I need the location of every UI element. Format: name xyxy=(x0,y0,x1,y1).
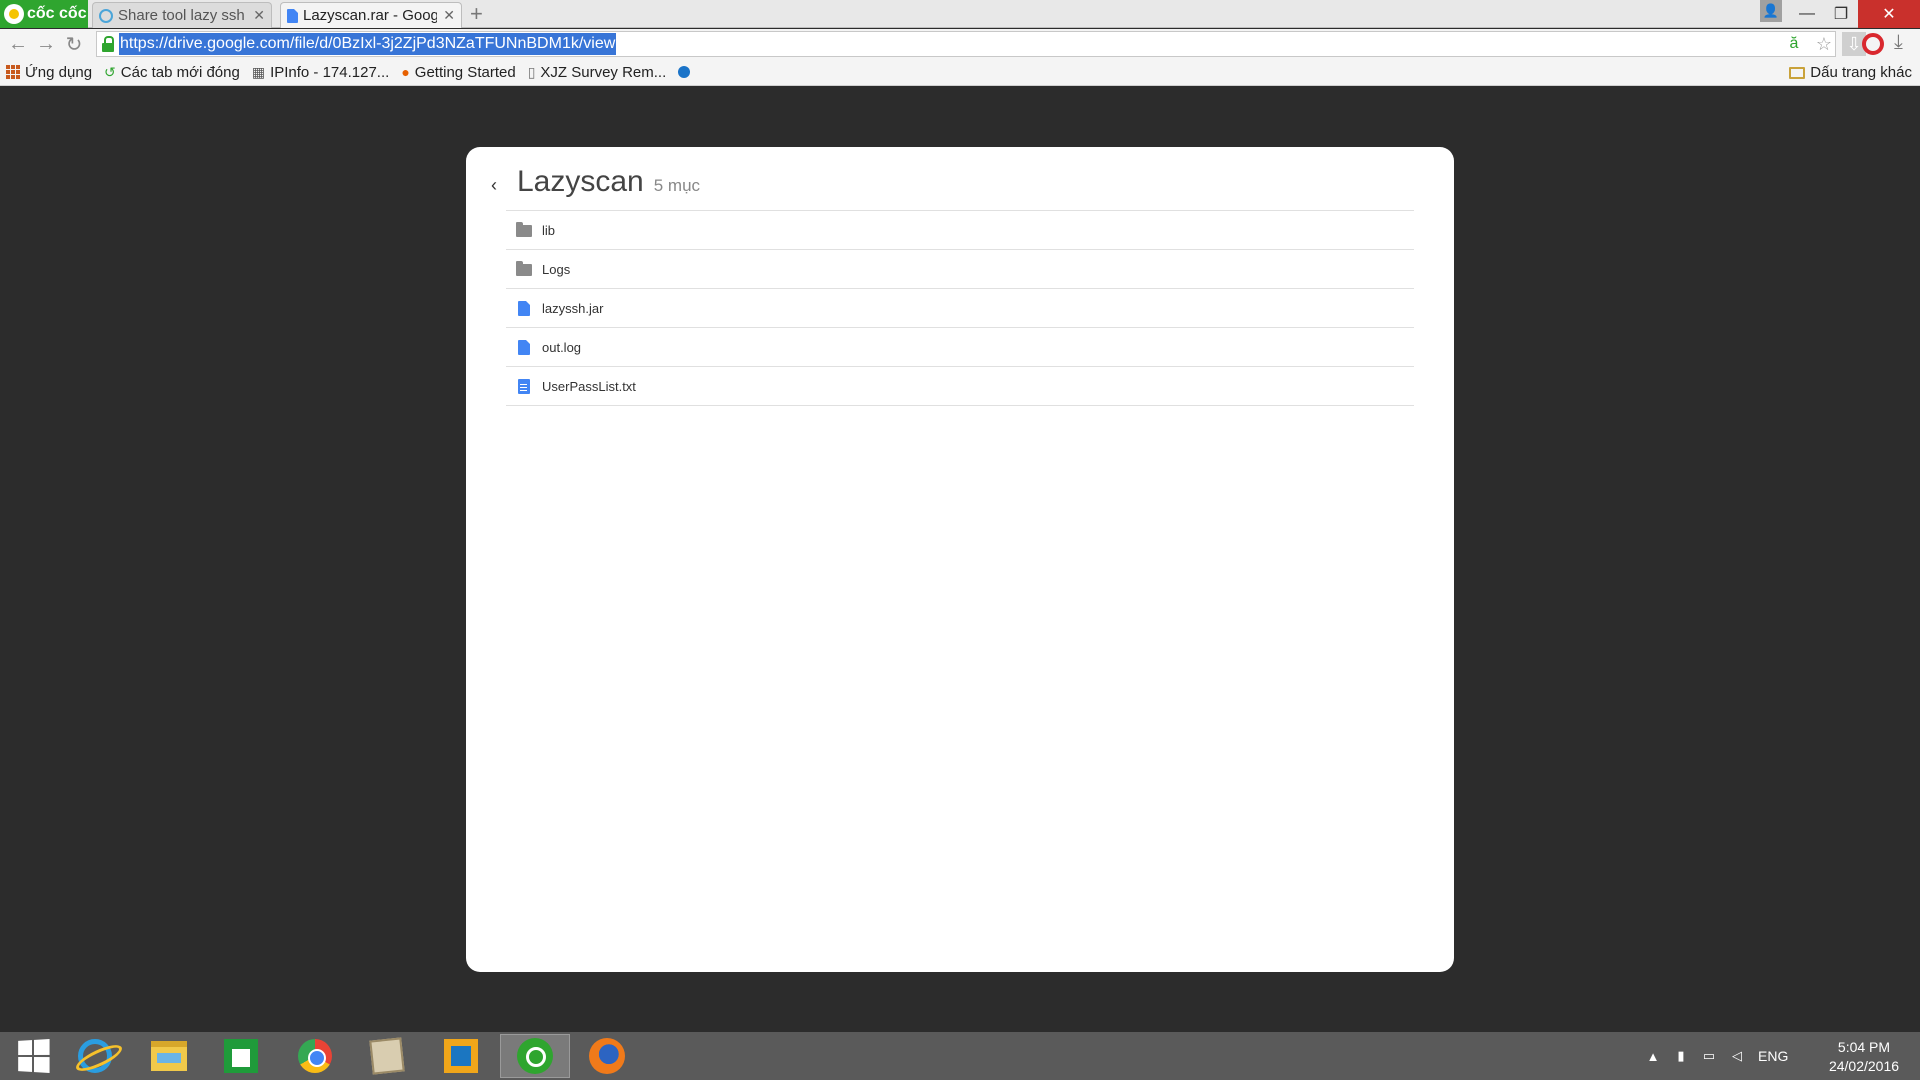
system-clock[interactable]: 5:04 PM 24/02/2016 xyxy=(1818,1038,1910,1076)
browser-toolbar: ← → ↻ https://drive.google.com/file/d/0B… xyxy=(0,29,1920,59)
list-item[interactable]: UserPassList.txt xyxy=(506,367,1414,406)
archive-viewer-card: ‹ Lazyscan 5 mục lib Logs lazyssh.jar ou… xyxy=(466,147,1454,972)
taskbar-file-explorer[interactable] xyxy=(136,1034,202,1078)
browser-titlebar: cốc cốc Share tool lazy ssh kh ✕ Lazysca… xyxy=(0,0,1920,28)
file-icon xyxy=(518,339,530,355)
folder-icon xyxy=(516,222,532,237)
volume-muted-icon[interactable]: ◁ xyxy=(1730,1048,1744,1064)
url-text[interactable]: https://drive.google.com/file/d/0BzIxl-3… xyxy=(119,33,617,55)
secure-lock-icon xyxy=(101,36,115,52)
omnibox-actions: ă ☆ ⇩ xyxy=(1782,29,1866,59)
list-item[interactable]: Logs xyxy=(506,250,1414,289)
map-app-icon xyxy=(369,1037,405,1075)
bookmark-star-icon[interactable]: ☆ xyxy=(1812,32,1836,56)
page-icon: ▯ xyxy=(527,63,536,80)
coccoc-logo-icon xyxy=(4,4,24,24)
list-item[interactable]: out.log xyxy=(506,328,1414,367)
bookmark-extra[interactable] xyxy=(678,66,691,78)
windows-taskbar: ▲ ▮ ▭ ◁ ENG 5:04 PM 24/02/2016 xyxy=(0,1032,1920,1080)
tab-close-icon[interactable]: ✕ xyxy=(443,7,455,24)
new-tab-button[interactable]: + xyxy=(470,2,483,26)
ipinfo-icon: ▦ xyxy=(251,63,266,80)
folder-icon xyxy=(1789,66,1806,79)
bookmark-getting-started[interactable]: ● Getting Started xyxy=(401,64,515,81)
address-bar[interactable]: https://drive.google.com/file/d/0BzIxl-3… xyxy=(96,31,1836,57)
system-tray: ▲ ▮ ▭ ◁ ENG xyxy=(1646,1032,1789,1080)
history-icon: ↺ xyxy=(104,63,116,80)
text-file-icon xyxy=(518,378,530,394)
file-name: lazyssh.jar xyxy=(542,300,604,316)
folder-title: Lazyscan xyxy=(517,165,644,198)
battery-icon[interactable]: ▮ xyxy=(1674,1048,1688,1064)
folder-icon xyxy=(516,261,532,276)
file-list: lib Logs lazyssh.jar out.log UserPassLis… xyxy=(506,210,1414,406)
back-chevron-icon[interactable]: ‹ xyxy=(484,173,504,197)
tab-close-icon[interactable]: ✕ xyxy=(253,7,265,24)
tab-title: Share tool lazy ssh kh xyxy=(118,7,247,24)
start-button[interactable] xyxy=(0,1034,66,1078)
apps-grid-icon xyxy=(6,65,20,79)
close-window-button[interactable]: ✕ xyxy=(1858,0,1920,28)
taskbar-firefox[interactable] xyxy=(574,1034,640,1078)
minimize-button[interactable]: — xyxy=(1792,0,1822,28)
outlook-icon xyxy=(444,1039,478,1073)
bookmark-xjz-survey[interactable]: ▯ XJZ Survey Rem... xyxy=(528,64,667,81)
coccoc-menu-button[interactable]: cốc cốc xyxy=(0,0,88,28)
file-icon xyxy=(518,300,530,316)
brand-label: cốc cốc xyxy=(27,5,87,22)
store-icon xyxy=(224,1039,258,1073)
taskbar-maps[interactable] xyxy=(354,1034,420,1078)
file-explorer-icon xyxy=(151,1041,187,1071)
file-name: out.log xyxy=(542,339,582,355)
firefox-icon: ● xyxy=(401,64,410,80)
reload-icon[interactable]: ↻ xyxy=(62,31,86,57)
bookmark-label: XJZ Survey Rem... xyxy=(540,63,667,81)
file-name: Logs xyxy=(542,261,571,277)
network-icon[interactable]: ▭ xyxy=(1702,1048,1716,1064)
clock-date: 24/02/2016 xyxy=(1828,1058,1900,1074)
windows-logo-icon xyxy=(18,1039,50,1073)
taskbar-store[interactable] xyxy=(208,1034,274,1078)
bookmark-label: Ứng dụng xyxy=(25,63,93,81)
site-favicon-icon xyxy=(99,8,113,23)
forward-arrow-icon[interactable]: → xyxy=(34,31,58,57)
file-name: UserPassList.txt xyxy=(542,378,636,394)
taskbar-coccoc[interactable] xyxy=(500,1034,570,1078)
show-hidden-icons-chevron-icon[interactable]: ▲ xyxy=(1646,1048,1660,1064)
clock-time: 5:04 PM xyxy=(1837,1039,1891,1055)
firefox-icon xyxy=(589,1038,625,1074)
tab-lazyscan[interactable]: Lazyscan.rar - Google ✕ xyxy=(280,2,462,28)
blue-dot-icon xyxy=(678,66,691,78)
drive-file-favicon-icon xyxy=(287,8,298,23)
bookmark-apps[interactable]: Ứng dụng xyxy=(6,64,92,81)
internet-explorer-icon xyxy=(78,1039,112,1073)
user-profile-icon[interactable]: 👤 xyxy=(1760,0,1782,22)
other-bookmarks-label: Dấu trang khác xyxy=(1810,64,1912,81)
tab-share-tool[interactable]: Share tool lazy ssh kh ✕ xyxy=(92,2,272,28)
bookmarks-bar: Ứng dụng ↺ Các tab mới đóng ▦ IPInfo - 1… xyxy=(0,59,1920,86)
folder-header: Lazyscan 5 mục xyxy=(517,165,700,199)
restore-button[interactable]: ❐ xyxy=(1826,0,1856,28)
bookmark-ipinfo[interactable]: ▦ IPInfo - 174.127... xyxy=(252,64,389,81)
language-indicator[interactable]: ENG xyxy=(1758,1048,1788,1064)
bookmark-label: IPInfo - 174.127... xyxy=(270,63,390,81)
taskbar-outlook[interactable] xyxy=(428,1034,494,1078)
bookmark-label: Các tab mới đóng xyxy=(120,63,240,81)
chrome-icon xyxy=(298,1039,332,1073)
opera-extension-icon[interactable] xyxy=(1862,33,1884,55)
file-name: lib xyxy=(542,222,556,238)
other-bookmarks[interactable]: Dấu trang khác xyxy=(1789,59,1912,86)
downloads-icon[interactable]: ⤓ xyxy=(1894,31,1903,54)
tab-title: Lazyscan.rar - Google xyxy=(303,7,438,24)
item-count: 5 mục xyxy=(653,176,701,195)
bookmark-label: Getting Started xyxy=(414,63,516,81)
bookmark-recent-tabs[interactable]: ↺ Các tab mới đóng xyxy=(104,64,240,81)
coccoc-browser-icon xyxy=(517,1038,553,1074)
list-item[interactable]: lib xyxy=(506,211,1414,250)
back-arrow-icon[interactable]: ← xyxy=(6,31,30,57)
vietnamese-input-icon[interactable]: ă xyxy=(1782,32,1806,56)
taskbar-internet-explorer[interactable] xyxy=(62,1034,128,1078)
taskbar-chrome[interactable] xyxy=(282,1034,348,1078)
list-item[interactable]: lazyssh.jar xyxy=(506,289,1414,328)
